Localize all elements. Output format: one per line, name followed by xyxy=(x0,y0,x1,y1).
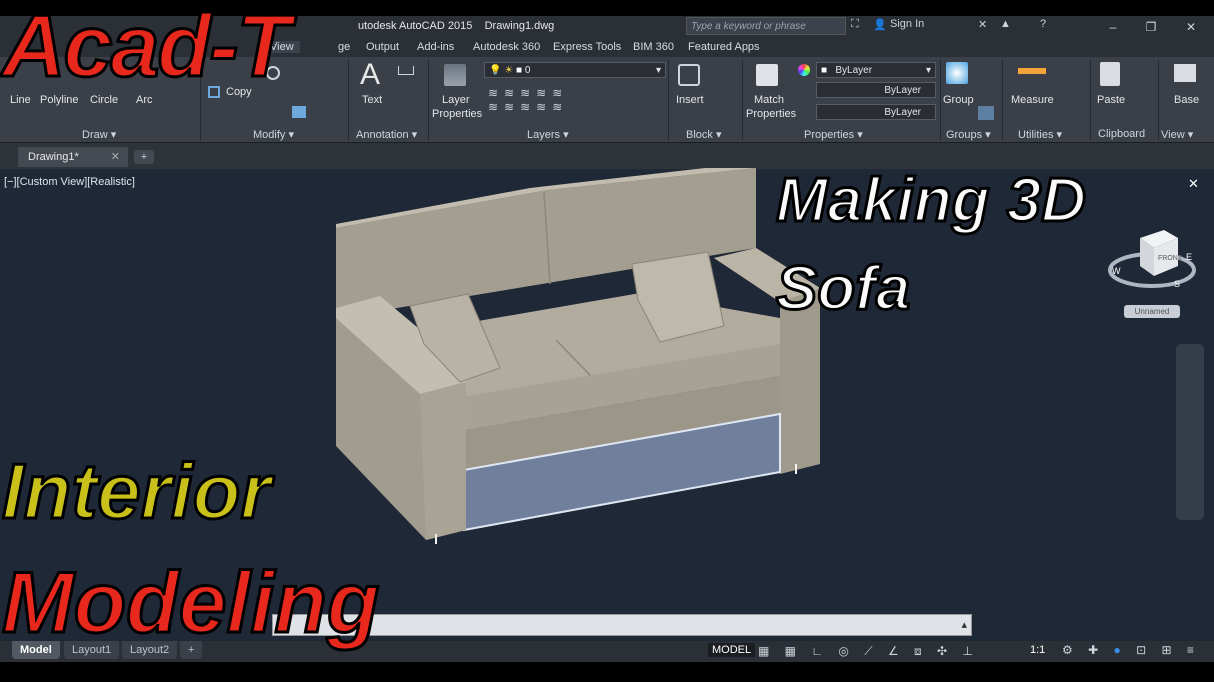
annotation-scale[interactable]: 1:1 xyxy=(1030,644,1045,656)
properties-panel-label[interactable]: Properties ▾ xyxy=(804,128,863,141)
status-toggles[interactable]: ▦ ▦ ∟ ◎ ⟋ ∠ ⧈ ✣ ⊥ xyxy=(758,644,979,659)
group-icon[interactable] xyxy=(946,62,968,84)
paste-icon[interactable] xyxy=(1100,62,1120,86)
panel-divider xyxy=(428,60,429,140)
base-view-icon[interactable] xyxy=(1174,64,1196,82)
chevron-up-icon[interactable]: ▴ xyxy=(961,615,971,635)
new-tab-button[interactable]: + xyxy=(134,150,154,164)
lightbulb-icon: 💡 xyxy=(489,65,502,76)
model-space-button[interactable]: MODEL xyxy=(708,643,756,657)
panel-divider xyxy=(1002,60,1003,140)
panel-divider xyxy=(348,60,349,140)
subtitle-overlay-line2: Modeling xyxy=(0,555,380,651)
layer-dropdown[interactable]: 💡 ☀ ■ 0 ▾ xyxy=(484,62,666,78)
title-overlay-line1: Making 3D xyxy=(774,166,1087,235)
dimension-icon[interactable] xyxy=(398,66,414,75)
tab-express-tools[interactable]: Express Tools xyxy=(553,41,621,53)
measure-tool[interactable]: Measure xyxy=(1011,94,1054,106)
tab-output[interactable]: Output xyxy=(366,41,399,53)
polyline-tool[interactable]: Polyline xyxy=(40,94,79,106)
chevron-down-icon: ▾ xyxy=(655,65,661,76)
base-tool[interactable]: Base xyxy=(1174,94,1199,106)
arc-tool[interactable]: Arc xyxy=(136,94,153,106)
clipboard-panel-label[interactable]: Clipboard xyxy=(1098,128,1145,140)
viewport-controls[interactable]: [−][Custom View][Realistic] xyxy=(4,176,135,188)
text-tool[interactable]: Text xyxy=(362,94,382,106)
sign-in-button[interactable]: Sign In xyxy=(890,18,924,30)
a360-icon[interactable]: ▲ xyxy=(1000,18,1011,30)
insert-block-icon[interactable] xyxy=(678,64,700,86)
modify-panel-label[interactable]: Modify ▾ xyxy=(253,128,294,141)
close-button[interactable]: ✕ xyxy=(1172,16,1210,38)
match-properties-label-2[interactable]: Properties xyxy=(746,108,796,120)
tab-add-ins[interactable]: Add-ins xyxy=(417,41,454,53)
navigation-bar[interactable] xyxy=(1176,344,1204,520)
match-properties-label-1[interactable]: Match xyxy=(754,94,784,106)
paste-tool[interactable]: Paste xyxy=(1097,94,1125,106)
viewport-close-icon[interactable]: ✕ xyxy=(1188,176,1199,192)
panel-divider xyxy=(940,60,941,140)
groups-panel-label[interactable]: Groups ▾ xyxy=(946,128,991,141)
tab-manage[interactable]: ge xyxy=(338,41,350,53)
match-properties-icon[interactable] xyxy=(756,64,778,86)
layer-color-swatch: ■ xyxy=(515,65,523,76)
measure-icon[interactable] xyxy=(1018,68,1046,74)
letterbox-bottom xyxy=(0,662,1214,682)
group-select-icon[interactable] xyxy=(978,106,994,120)
panel-divider xyxy=(1090,60,1091,140)
panel-divider xyxy=(1158,60,1159,140)
tab-featured-apps[interactable]: Featured Apps xyxy=(688,41,760,53)
exchange-icon[interactable]: ✕ xyxy=(978,18,987,31)
title-overlay-line2: Sofa xyxy=(774,254,911,323)
viewcube-front-label: FRONT xyxy=(1158,255,1183,262)
binoculars-icon[interactable]: ⛶ xyxy=(851,18,859,31)
close-icon[interactable]: ✕ xyxy=(111,147,128,167)
circle-tool[interactable]: Circle xyxy=(90,94,118,106)
line-tool[interactable]: Line xyxy=(10,94,31,106)
ucs-menu[interactable]: Unnamed xyxy=(1124,305,1180,318)
group-tool[interactable]: Group xyxy=(943,94,974,106)
compass-east: E xyxy=(1186,252,1192,262)
help-icon[interactable]: ? xyxy=(1040,18,1046,30)
insert-tool[interactable]: Insert xyxy=(676,94,704,106)
draw-panel-label[interactable]: Draw ▾ xyxy=(82,128,116,141)
color-wheel-icon xyxy=(798,64,810,76)
sofa-model[interactable] xyxy=(320,168,840,548)
compass-west: W xyxy=(1112,266,1121,276)
panel-divider xyxy=(742,60,743,140)
layer-properties-label-1[interactable]: Layer xyxy=(442,94,470,106)
annotation-panel-label[interactable]: Annotation ▾ xyxy=(356,128,417,141)
search-input[interactable]: Type a keyword or phrase xyxy=(686,17,846,35)
viewcube[interactable]: FRONT W S E xyxy=(1108,220,1200,296)
tab-autodesk-360[interactable]: Autodesk 360 xyxy=(473,41,540,53)
restore-button[interactable]: ❐ xyxy=(1132,16,1170,38)
tab-bim-360[interactable]: BIM 360 xyxy=(633,41,674,53)
minimize-button[interactable]: – xyxy=(1094,16,1132,38)
linetype-dropdown[interactable]: ByLayer xyxy=(816,82,936,98)
layer-properties-icon[interactable] xyxy=(444,64,466,86)
compass-south: S xyxy=(1174,279,1180,289)
brand-overlay: Acad-T xyxy=(0,0,291,95)
document-tab-drawing1[interactable]: Drawing1* ✕ xyxy=(18,147,128,167)
layer-tools[interactable]: ≋≋≋≋≋ ≋≋≋≋≋ xyxy=(488,86,588,116)
utilities-panel-label[interactable]: Utilities ▾ xyxy=(1018,128,1062,141)
panel-divider xyxy=(668,60,669,140)
view-panel-label[interactable]: View ▾ xyxy=(1161,128,1193,141)
user-icon[interactable]: 👤 xyxy=(873,18,887,31)
color-dropdown[interactable]: ■ ByLayer ▾ xyxy=(816,62,936,78)
block-panel-label[interactable]: Block ▾ xyxy=(686,128,721,141)
layer-properties-label-2[interactable]: Properties xyxy=(432,108,482,120)
app-title: utodesk AutoCAD 2015 Drawing1.dwg xyxy=(358,20,555,32)
status-tray[interactable]: ⚙ ✚ ● ⊡ ⊞ ≡ xyxy=(1062,643,1200,657)
layers-panel-label[interactable]: Layers ▾ xyxy=(527,128,569,141)
array-icon[interactable] xyxy=(292,106,306,118)
subtitle-overlay-line1: Interior xyxy=(1,447,273,535)
sun-icon: ☀ xyxy=(504,65,514,76)
lineweight-dropdown[interactable]: ByLayer xyxy=(816,104,936,120)
text-icon[interactable]: A xyxy=(360,58,380,92)
